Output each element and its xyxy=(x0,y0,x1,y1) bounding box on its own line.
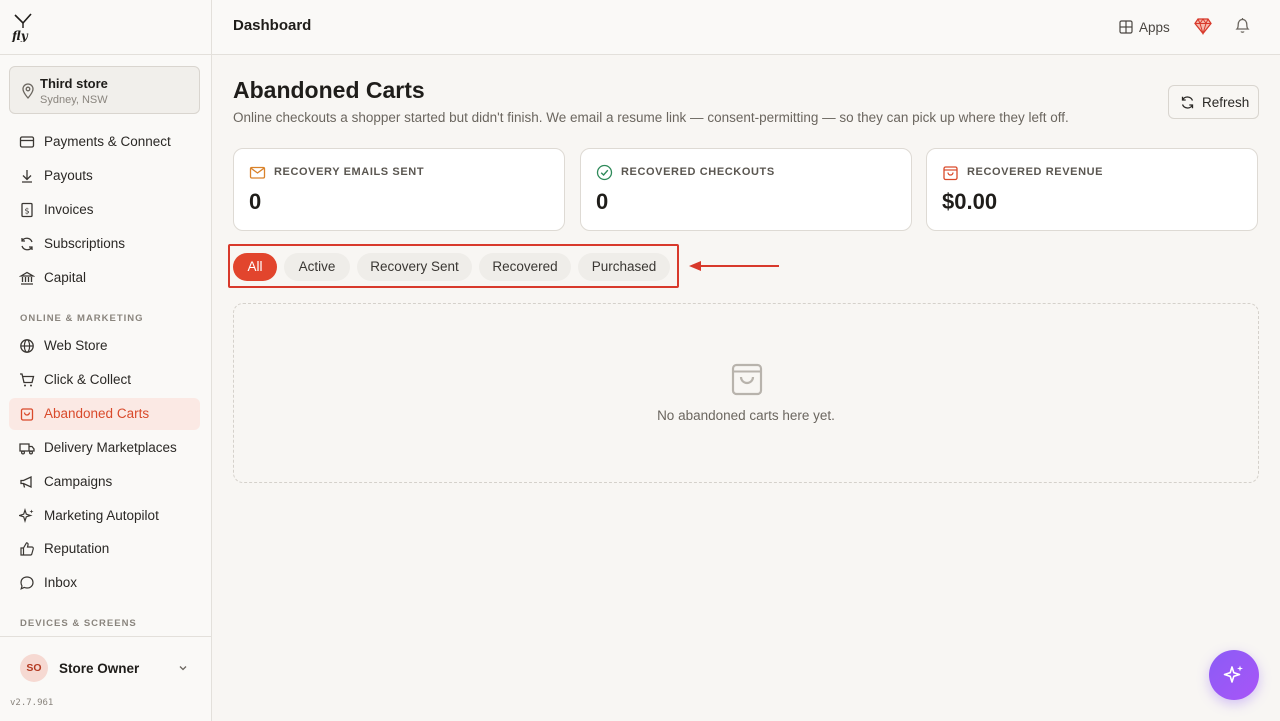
fly-logo[interactable]: fly xyxy=(11,12,35,42)
page-subtitle: Online checkouts a shopper started but d… xyxy=(233,110,1069,125)
sidebar-item-capital[interactable]: Capital xyxy=(9,262,200,294)
stat-card-recovered-revenue: RECOVERED REVENUE $0.00 xyxy=(926,148,1258,231)
sidebar-item-label: Payments & Connect xyxy=(44,134,171,149)
store-location: Sydney, NSW xyxy=(40,94,108,106)
stat-value: 0 xyxy=(596,189,609,214)
page-title: Dashboard xyxy=(233,17,312,34)
stat-label: RECOVERED CHECKOUTS xyxy=(621,166,775,178)
sidebar-item-label: Capital xyxy=(44,270,87,285)
megaphone-icon xyxy=(20,475,32,489)
filter-tab-recovery-sent[interactable]: Recovery Sent xyxy=(357,253,472,281)
svg-text:fly: fly xyxy=(11,29,29,42)
refresh-icon xyxy=(1181,96,1194,109)
page-heading: Abandoned Carts xyxy=(233,77,425,103)
download-icon xyxy=(22,170,32,183)
sidebar-item-label: Campaigns xyxy=(44,474,113,489)
sidebar-item-payments-connect[interactable]: Payments & Connect xyxy=(9,126,200,158)
stat-card-recovered-checkouts: RECOVERED CHECKOUTS 0 xyxy=(580,148,912,231)
stat-value: 0 xyxy=(249,189,262,214)
sidebar-item-click-collect[interactable]: Click & Collect xyxy=(9,364,200,396)
globe-icon xyxy=(20,339,34,353)
sidebar-item-label: Invoices xyxy=(44,202,94,217)
chat-bubble-icon xyxy=(20,576,34,590)
bank-icon xyxy=(19,271,35,285)
user-name: Store Owner xyxy=(59,661,140,676)
apps-label: Apps xyxy=(1139,19,1170,35)
sidebar-item-label: Inbox xyxy=(44,575,78,590)
sidebar-item-label: Web Store xyxy=(44,338,108,353)
check-circle-icon xyxy=(596,164,613,181)
stat-card-recovery-emails: RECOVERY EMAILS SENT 0 xyxy=(233,148,565,231)
svg-text:$: $ xyxy=(24,207,29,216)
shopping-bag-icon xyxy=(731,363,763,396)
store-name: Third store xyxy=(40,76,108,91)
sidebar-item-reputation[interactable]: Reputation xyxy=(9,533,200,565)
sidebar-item-subscriptions[interactable]: Subscriptions xyxy=(9,228,200,260)
chevron-down-icon[interactable] xyxy=(177,662,189,674)
section-label-online-marketing: ONLINE & MARKETING xyxy=(20,313,144,324)
empty-state-message: No abandoned carts here yet. xyxy=(657,408,835,423)
sidebar-divider xyxy=(0,54,211,55)
top-bar: Dashboard Apps xyxy=(212,0,1280,55)
sidebar-item-label: Click & Collect xyxy=(44,372,132,387)
sidebar-item-label: Abandoned Carts xyxy=(44,406,150,421)
cart-icon xyxy=(20,373,35,387)
card-icon xyxy=(19,136,35,148)
stat-label: RECOVERED REVENUE xyxy=(967,166,1104,178)
repeat-icon xyxy=(21,237,33,251)
sparkles-icon xyxy=(19,508,34,524)
ai-assistant-button[interactable] xyxy=(1209,650,1259,700)
filter-tab-all[interactable]: All xyxy=(233,253,277,281)
sidebar: fly Third store Sydney, NSW Payments & C… xyxy=(0,0,212,721)
gem-icon[interactable] xyxy=(1194,17,1212,35)
filter-tab-purchased[interactable]: Purchased xyxy=(578,253,670,281)
stat-label: RECOVERY EMAILS SENT xyxy=(274,166,425,178)
filter-tab-active[interactable]: Active xyxy=(284,253,350,281)
apps-button[interactable]: Apps xyxy=(1119,16,1170,38)
sparkles-icon xyxy=(1223,665,1243,683)
empty-state: No abandoned carts here yet. xyxy=(233,303,1259,483)
sidebar-item-label: Delivery Marketplaces xyxy=(44,440,177,455)
section-label-devices-screens: DEVICES & SCREENS xyxy=(20,618,137,629)
avatar: SO xyxy=(20,654,48,682)
sidebar-item-label: Payouts xyxy=(44,168,93,183)
sidebar-item-abandoned-carts[interactable]: Abandoned Carts xyxy=(9,398,200,430)
sidebar-item-payouts[interactable]: Payouts xyxy=(9,160,200,192)
shopping-bag-icon xyxy=(943,166,958,181)
sidebar-item-campaigns[interactable]: Campaigns xyxy=(9,466,200,498)
shopping-bag-icon xyxy=(20,408,34,421)
invoice-icon: $ xyxy=(21,202,33,218)
grid-icon xyxy=(1119,20,1133,34)
location-pin-icon xyxy=(22,83,34,99)
truck-icon xyxy=(19,443,35,455)
sidebar-item-delivery-marketplaces[interactable]: Delivery Marketplaces xyxy=(9,432,200,464)
sidebar-divider xyxy=(0,636,211,637)
stat-value: $0.00 xyxy=(942,189,998,214)
bell-icon[interactable] xyxy=(1234,16,1251,34)
mail-icon xyxy=(249,166,266,179)
sidebar-item-label: Subscriptions xyxy=(44,236,126,251)
sidebar-item-inbox[interactable]: Inbox xyxy=(9,567,200,599)
filter-tab-recovered[interactable]: Recovered xyxy=(479,253,571,281)
refresh-button[interactable]: Refresh xyxy=(1168,85,1259,119)
thumbs-up-icon xyxy=(20,542,34,556)
app-version: v2.7.961 xyxy=(10,698,54,708)
refresh-label: Refresh xyxy=(1202,95,1250,110)
annotation-arrow-icon xyxy=(689,261,779,271)
sidebar-item-invoices[interactable]: $ Invoices xyxy=(9,194,200,226)
sidebar-item-label: Marketing Autopilot xyxy=(44,508,159,523)
sidebar-item-label: Reputation xyxy=(44,541,110,556)
store-switcher[interactable]: Third store Sydney, NSW xyxy=(9,66,200,114)
sidebar-item-web-store[interactable]: Web Store xyxy=(9,330,200,362)
sidebar-item-marketing-autopilot[interactable]: Marketing Autopilot xyxy=(9,500,200,532)
